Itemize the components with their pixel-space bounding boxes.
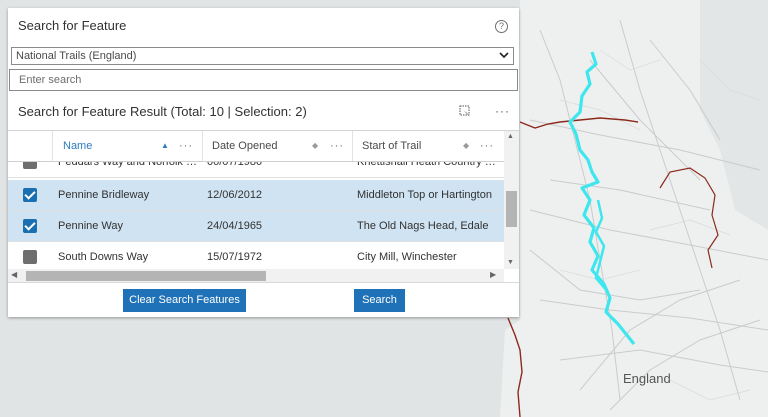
horizontal-scrollbar[interactable]: ◀ ▶ (8, 269, 504, 283)
cell-name: Pennine Way (58, 220, 124, 232)
results-table: Name ▲ ··· Date Opened ◆ ··· Start of Tr… (8, 130, 519, 283)
scroll-down-icon[interactable]: ▼ (507, 259, 514, 266)
header-name[interactable]: Name ▲ ··· (53, 131, 203, 161)
help-icon[interactable]: ? (495, 20, 508, 33)
map-label-country: England (623, 371, 671, 386)
scroll-up-icon[interactable]: ▲ (507, 133, 514, 140)
search-input-placeholder: Enter search (19, 74, 82, 86)
search-button[interactable]: Search (354, 289, 405, 312)
row-checkbox-cell (8, 211, 53, 242)
row-checkbox[interactable] (23, 188, 37, 202)
table-row[interactable]: Pennine Way 24/04/1965 The Old Nags Head, … (8, 211, 504, 242)
cell-date-opened: 12/06/2012 (207, 189, 263, 201)
sort-icon[interactable]: ◆ (463, 131, 469, 161)
cell-start-of-trail: The Old Nags Head, Edale (357, 220, 489, 232)
horizontal-scroll-thumb[interactable] (26, 271, 266, 281)
cell-start-of-trail: Middleton Top or Hartington (357, 189, 492, 201)
row-checkbox-cell (8, 180, 53, 211)
header-date-opened[interactable]: Date Opened ◆ ··· (203, 131, 353, 161)
row-checkbox[interactable] (23, 250, 37, 264)
vertical-scrollbar[interactable]: ▲ ▼ (504, 131, 519, 269)
cell-name: Pennine Bridleway (58, 189, 150, 201)
scroll-left-icon[interactable]: ◀ (11, 270, 17, 279)
select-table-icon[interactable] (459, 105, 471, 118)
column-options-icon[interactable]: ··· (480, 131, 494, 161)
column-options-icon[interactable]: ··· (330, 131, 344, 161)
search-input[interactable]: Enter search (9, 69, 518, 91)
table-row[interactable]: Pennine Bridleway 12/06/2012 Middleton Top… (8, 180, 504, 211)
column-options-icon[interactable]: ··· (179, 131, 193, 161)
sort-icon[interactable]: ◆ (312, 131, 318, 161)
panel-header: Search for Feature ? (8, 8, 519, 44)
header-date-label: Date Opened (212, 140, 278, 152)
vertical-scroll-thumb[interactable] (506, 191, 517, 227)
header-name-label: Name (63, 140, 93, 152)
chevron-down-icon (499, 52, 509, 59)
layer-select-value: National Trails (England) (16, 50, 137, 62)
search-feature-panel: Search for Feature ? National Trails (En… (8, 8, 519, 317)
result-title: Search for Feature Result (Total: 10 | S… (18, 104, 307, 119)
clear-search-features-button[interactable]: Clear Search Features (123, 289, 246, 312)
header-checkbox-cell (8, 131, 53, 161)
scroll-right-icon[interactable]: ▶ (490, 270, 496, 279)
layer-select[interactable]: National Trails (England) (11, 47, 514, 65)
sort-ascending-icon[interactable]: ▲ (161, 131, 169, 161)
result-options-icon[interactable]: ··· (495, 104, 510, 118)
cell-date-opened: 24/04/1965 (207, 220, 263, 232)
table-header: Name ▲ ··· Date Opened ◆ ··· Start of Tr… (8, 131, 504, 162)
header-start-of-trail[interactable]: Start of Trail ◆ ··· (353, 131, 504, 161)
header-start-label: Start of Trail (362, 140, 422, 152)
footer-divider (8, 282, 519, 283)
row-checkbox[interactable] (23, 219, 37, 233)
panel-title: Search for Feature (18, 18, 127, 33)
